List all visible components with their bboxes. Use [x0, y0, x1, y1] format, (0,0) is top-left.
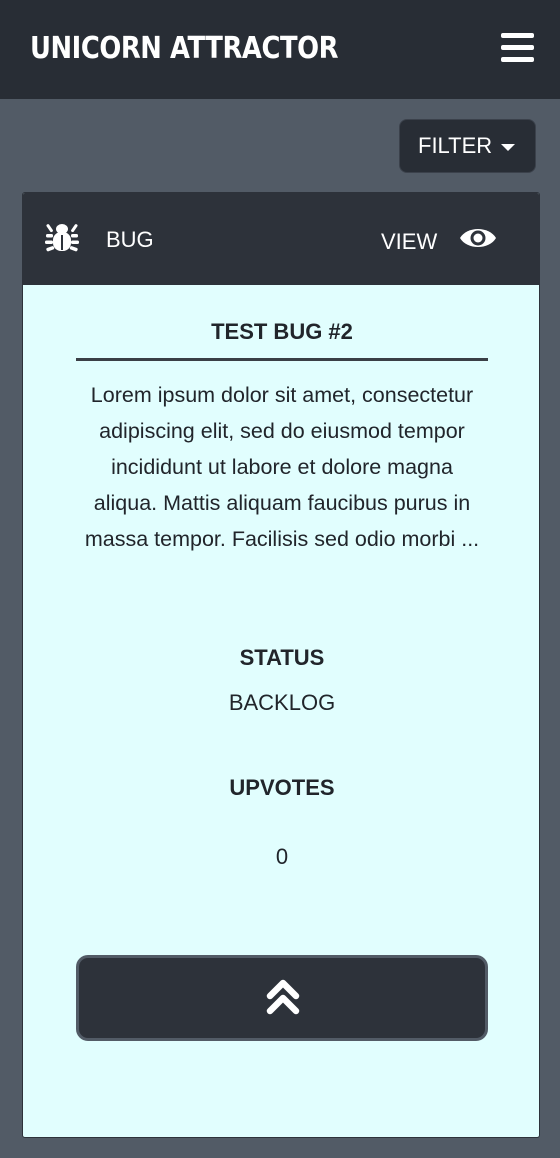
bug-icon — [45, 224, 79, 252]
title-divider — [76, 358, 488, 361]
status-heading: STATUS — [239, 645, 325, 670]
eye-icon — [460, 229, 496, 247]
filter-label: FILTER — [418, 133, 493, 158]
brand-logo[interactable]: UNICORN ATTRACTOR — [30, 31, 338, 66]
ticket-description: Lorem ipsum dolor sit amet, consectetur … — [84, 383, 480, 551]
ticket-type-label: BUG — [106, 227, 154, 252]
status-value: BACKLOG — [228, 690, 336, 715]
hamburger-menu-icon[interactable] — [501, 33, 534, 62]
card-header: BUG VIEW — [23, 193, 539, 285]
view-link[interactable]: VIEW — [381, 221, 521, 257]
ticket-card: BUG VIEW TEST BUG #2 Lorem ipsum dolor s… — [22, 192, 540, 1138]
double-chevron-up-icon — [266, 979, 300, 1015]
filter-dropdown-button[interactable]: FILTER — [399, 119, 536, 173]
upvotes-heading: UPVOTES — [229, 775, 335, 800]
view-label: VIEW — [381, 229, 438, 254]
ticket-title: TEST BUG #2 — [211, 319, 353, 344]
upvotes-count: 0 — [275, 844, 289, 869]
caret-down-icon — [501, 144, 515, 151]
upvote-button[interactable] — [76, 955, 488, 1041]
navbar: UNICORN ATTRACTOR — [0, 0, 560, 99]
